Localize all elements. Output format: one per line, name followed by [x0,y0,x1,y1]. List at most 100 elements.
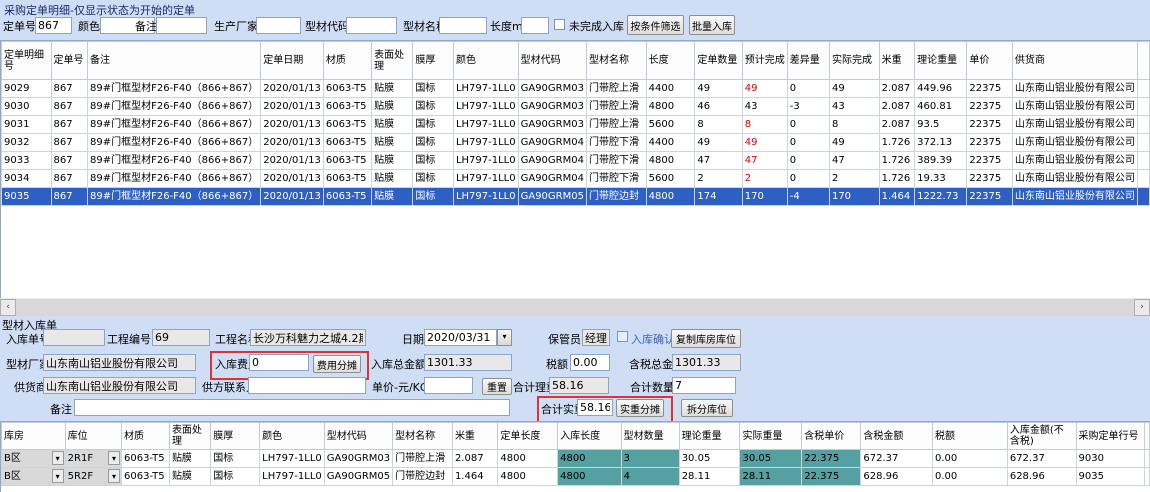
table-cell[interactable]: 4400 [646,80,695,98]
column-header[interactable]: 备注 [87,42,260,80]
table-cell[interactable]: 22375 [967,152,1013,170]
table-cell[interactable] [1137,116,1149,134]
table-cell[interactable]: 国标 [413,116,454,134]
table-cell[interactable]: 46 [695,98,742,116]
column-header[interactable]: 供货商 [1012,42,1137,80]
column-header[interactable]: 含税单价 [802,423,861,450]
table-cell[interactable]: 山东南山铝业股份有限公司 [1012,116,1137,134]
table-cell[interactable]: 93.5 [915,116,967,134]
table-cell[interactable]: 49 [742,80,787,98]
column-header[interactable]: 长度 [646,42,695,80]
table-cell[interactable]: LH797-1LL0 [453,80,518,98]
column-header[interactable]: 材质 [323,42,371,80]
profile-name-filter-input[interactable] [439,17,487,34]
table-row[interactable]: 903186789#门框型材F26-F40（866+867）2020/01/13… [2,116,1150,134]
project-no-input[interactable] [152,329,210,346]
theory-weight-input[interactable] [549,377,609,394]
table-cell[interactable]: 贴膜 [372,152,413,170]
table-cell[interactable]: 4800 [558,468,622,486]
table-cell[interactable]: 3 [621,450,679,468]
table-cell[interactable]: 9032 [2,134,52,152]
weight-share-button[interactable]: 实重分摊 [616,399,664,417]
table-cell[interactable]: 0 [787,170,829,188]
table-cell[interactable]: 贴膜 [372,134,413,152]
table-cell[interactable]: LH797-1LL0 [453,116,518,134]
table-cell[interactable]: 2.087 [452,450,497,468]
table-cell[interactable]: 89#门框型材F26-F40（866+867） [87,98,260,116]
column-header[interactable]: 材质 [122,423,170,450]
table-cell[interactable]: LH797-1LL0 [453,98,518,116]
table-row[interactable]: 903486789#门框型材F26-F40（866+867）2020/01/13… [2,170,1150,188]
table-cell[interactable]: 门带腔边封 [393,468,453,486]
table-cell[interactable] [1144,450,1149,468]
table-cell[interactable]: 460.81 [915,98,967,116]
copy-warehouse-button[interactable]: 复制库房库位 [671,329,741,348]
table-cell[interactable]: 867 [51,152,87,170]
table-cell[interactable]: 1.726 [879,152,914,170]
table-cell[interactable]: GA90GRM03 [518,116,586,134]
column-header[interactable]: 定单长度 [498,423,558,450]
column-header[interactable]: 型材名称 [393,423,453,450]
table-cell[interactable]: 门带腔下滑 [586,134,646,152]
table-cell[interactable]: 国标 [413,188,454,206]
table-cell[interactable]: GA90GRM04 [518,152,586,170]
table-cell[interactable]: 5R2F▾ [65,468,121,486]
table-cell[interactable]: 门带腔上滑 [586,98,646,116]
table-cell[interactable]: 2.087 [879,98,914,116]
table-cell[interactable]: GA90GRM05 [518,188,586,206]
table-cell[interactable]: 89#门框型材F26-F40（866+867） [87,188,260,206]
table-cell[interactable]: 0.00 [932,450,1007,468]
table-cell[interactable]: 0 [787,80,829,98]
project-name-input[interactable] [250,329,366,346]
column-header[interactable]: 单价 [967,42,1013,80]
filter-button[interactable]: 按条件筛选 [627,15,684,35]
table-cell[interactable]: 0 [787,152,829,170]
table-cell[interactable]: 4800 [646,98,695,116]
fee-share-button[interactable]: 费用分摊 [313,355,361,373]
table-cell[interactable]: 4800 [646,152,695,170]
note-input[interactable] [74,399,510,416]
column-header[interactable]: 采购定单行号 [1076,423,1144,450]
table-cell[interactable]: 47 [829,152,879,170]
table-row[interactable]: 903386789#门框型材F26-F40（866+867）2020/01/13… [2,152,1150,170]
table-cell[interactable]: 9030 [1076,450,1144,468]
table-cell[interactable]: 山东南山铝业股份有限公司 [1012,80,1137,98]
table-cell[interactable]: 门带腔边封 [586,188,646,206]
table-cell[interactable]: 22375 [967,98,1013,116]
column-header[interactable]: 表面处理 [169,423,210,450]
table-cell[interactable]: 1.464 [452,468,497,486]
table-cell[interactable]: B区▾ [2,468,66,486]
table-cell[interactable]: 8 [742,116,787,134]
table-cell[interactable]: LH797-1LL0 [453,170,518,188]
table-cell[interactable]: 2.087 [879,80,914,98]
table-cell[interactable]: 门带腔下滑 [586,170,646,188]
column-header[interactable]: 表面处理 [372,42,413,80]
table-cell[interactable]: 国标 [413,170,454,188]
table-cell[interactable]: 8 [695,116,742,134]
table-cell[interactable] [1144,468,1149,486]
table-cell[interactable]: 867 [51,170,87,188]
table-cell[interactable]: 1.726 [879,134,914,152]
table-cell[interactable]: LH797-1LL0 [260,468,325,486]
table-cell[interactable]: 6063-T5 [323,152,371,170]
table-cell[interactable]: 6063-T5 [323,80,371,98]
dropdown-arrow-icon[interactable]: ▾ [52,451,64,465]
column-header[interactable]: 库房 [2,423,66,450]
table-cell[interactable]: 6063-T5 [323,116,371,134]
fee-input[interactable] [249,354,309,371]
table-cell[interactable]: 门带腔上滑 [586,116,646,134]
column-header[interactable]: 型材代码 [324,423,392,450]
column-header[interactable]: 税额 [932,423,1007,450]
table-cell[interactable]: 0.00 [932,468,1007,486]
keeper-input[interactable] [582,329,610,346]
table-cell[interactable]: 22375 [967,188,1013,206]
table-cell[interactable]: GA90GRM03 [324,450,392,468]
table-cell[interactable]: 867 [51,188,87,206]
table-cell[interactable]: LH797-1LL0 [453,152,518,170]
reset-button[interactable]: 重置 [482,378,512,395]
column-header[interactable]: 实际完成 [829,42,879,80]
table-cell[interactable]: 47 [695,152,742,170]
column-header[interactable]: 定单号 [51,42,87,80]
table-cell[interactable]: 2020/01/13 [261,116,324,134]
column-header[interactable]: 颜色 [260,423,325,450]
